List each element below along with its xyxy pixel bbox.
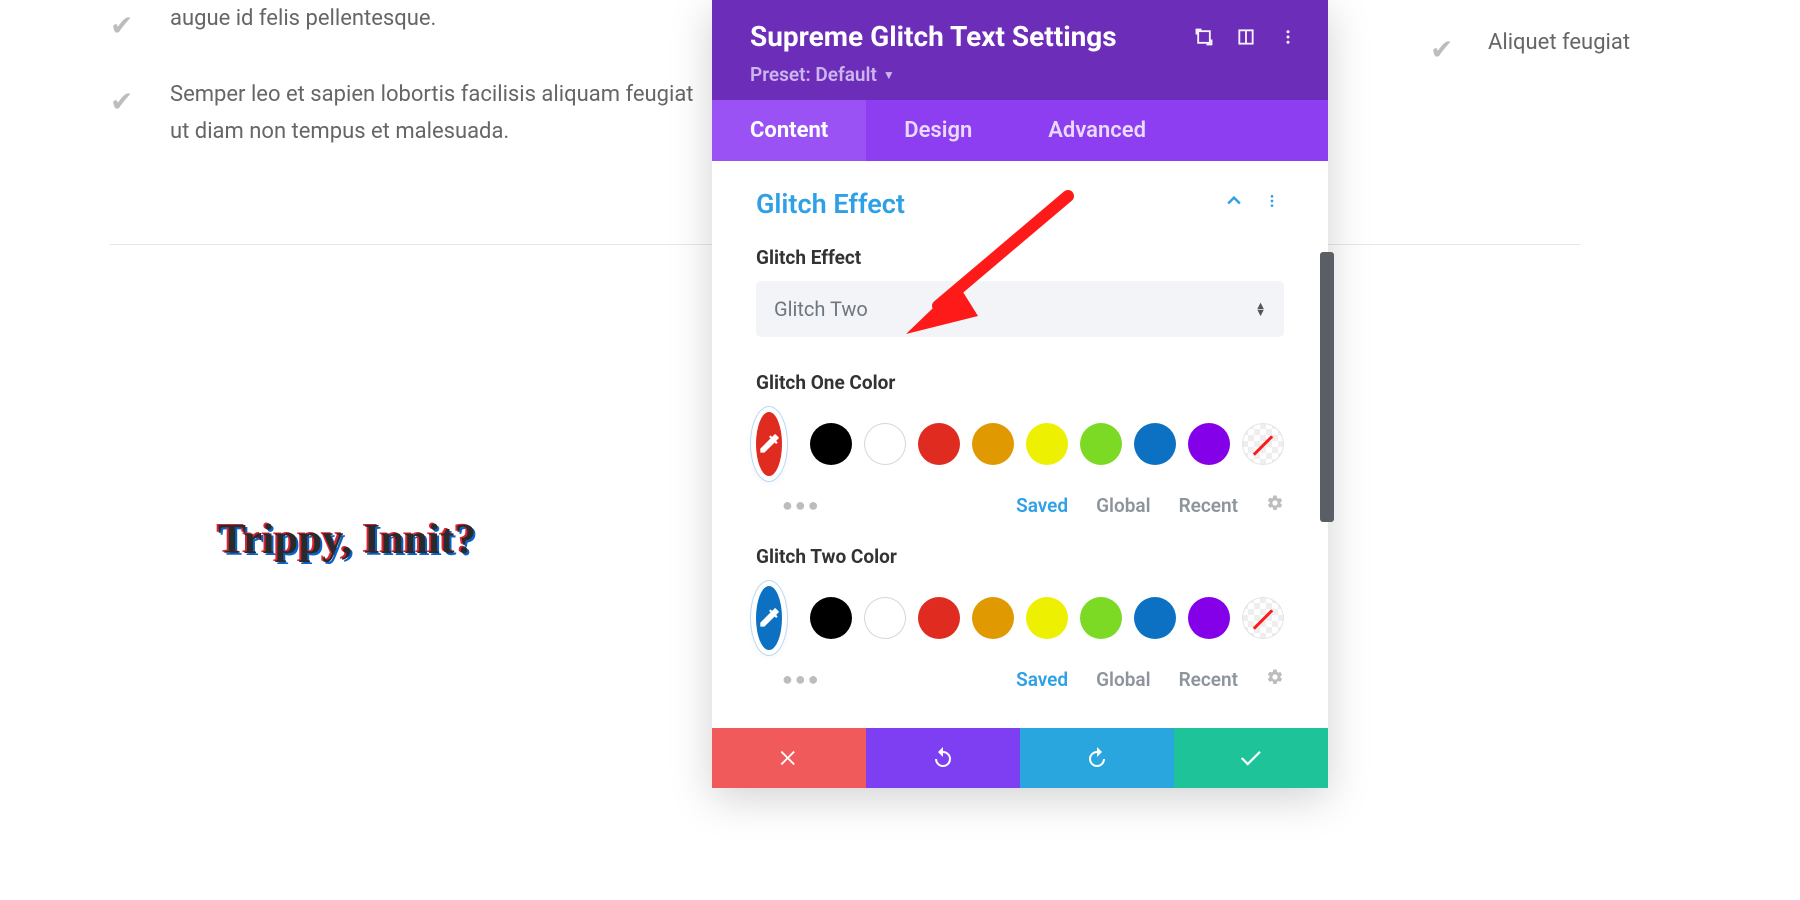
color-swatch-yellow[interactable] [1026, 423, 1068, 465]
glitch-two-color-block: Glitch Two Color ●●● Saved Global [756, 545, 1284, 691]
color-swatch-purple[interactable] [1188, 423, 1230, 465]
color-swatch-yellow[interactable] [1026, 597, 1068, 639]
field-label-color-one: Glitch One Color [756, 371, 1284, 394]
color-swatch-black[interactable] [810, 423, 852, 465]
chevron-up-icon[interactable] [1220, 187, 1248, 220]
kebab-menu-icon[interactable] [1260, 189, 1284, 218]
background-list-right: ✔ Aliquet feugiat [1430, 24, 1800, 100]
tab-advanced[interactable]: Advanced [1010, 100, 1184, 161]
cancel-button[interactable] [712, 728, 866, 788]
field-label-effect: Glitch Effect [756, 246, 1284, 269]
glitch-one-color-block: Glitch One Color ●●● Saved Global [756, 371, 1284, 517]
glitch-text-preview[interactable]: Trippy, Innit? [218, 516, 476, 564]
list-item-text: augue id felis pellentesque. [170, 0, 710, 37]
preset-label: Preset: Default [750, 63, 877, 86]
tab-design[interactable]: Design [866, 100, 1010, 161]
section-header[interactable]: Glitch Effect [756, 187, 1284, 220]
list-item-text: Aliquet feugiat [1488, 24, 1800, 61]
palette-tabs: ●●● Saved Global Recent [756, 494, 1284, 517]
panel-footer [712, 728, 1328, 788]
eyedropper-button[interactable] [756, 586, 782, 650]
list-item: ✔ Aliquet feugiat [1430, 24, 1800, 74]
color-swatch-orange[interactable] [972, 597, 1014, 639]
glitch-effect-select[interactable]: Glitch Two ▲▼ [756, 281, 1284, 337]
palette-tab-global[interactable]: Global [1096, 494, 1150, 517]
panel-title: Supreme Glitch Text Settings [750, 20, 1174, 53]
field-label-color-two: Glitch Two Color [756, 545, 1284, 568]
color-swatch-black[interactable] [810, 597, 852, 639]
color-swatch-green[interactable] [1080, 597, 1122, 639]
select-caret-icon: ▲▼ [1255, 302, 1266, 316]
section-title: Glitch Effect [756, 188, 1208, 220]
check-icon: ✔ [110, 76, 140, 126]
color-swatch-transparent[interactable] [1242, 423, 1284, 465]
caret-down-icon: ▼ [883, 68, 895, 82]
color-swatch-blue[interactable] [1134, 423, 1176, 465]
color-swatch-red[interactable] [918, 423, 960, 465]
list-item-text: Semper leo et sapien lobortis facilisis … [170, 76, 710, 151]
gear-icon[interactable] [1266, 494, 1284, 517]
more-dots-icon[interactable]: ●●● [756, 495, 821, 516]
scrollbar[interactable] [1320, 252, 1334, 522]
drag-handle-icon[interactable] [1234, 25, 1258, 49]
tab-content[interactable]: Content [712, 100, 866, 161]
settings-panel: Supreme Glitch Text Settings Preset: Def… [712, 0, 1328, 788]
panel-header: Supreme Glitch Text Settings Preset: Def… [712, 0, 1328, 100]
color-swatch-white[interactable] [864, 423, 906, 465]
palette-tabs: ●●● Saved Global Recent [756, 668, 1284, 691]
select-value: Glitch Two [774, 297, 868, 321]
palette-tab-recent[interactable]: Recent [1179, 668, 1238, 691]
color-swatch-red[interactable] [918, 597, 960, 639]
color-swatch-orange[interactable] [972, 423, 1014, 465]
background-list: ✔ augue id felis pellentesque. ✔ Semper … [110, 0, 710, 176]
panel-body: Glitch Effect Glitch Effect Glitch Two ▲… [712, 161, 1328, 788]
color-swatch-green[interactable] [1080, 423, 1122, 465]
color-swatch-blue[interactable] [1134, 597, 1176, 639]
eyedropper-button[interactable] [756, 412, 782, 476]
color-swatch-row [756, 586, 1284, 650]
undo-button[interactable] [866, 728, 1020, 788]
color-swatch-row [756, 412, 1284, 476]
save-button[interactable] [1174, 728, 1328, 788]
palette-tab-saved[interactable]: Saved [1016, 668, 1068, 691]
preset-selector[interactable]: Preset: Default ▼ [750, 63, 895, 86]
list-item: ✔ augue id felis pellentesque. [110, 0, 710, 50]
palette-tab-saved[interactable]: Saved [1016, 494, 1068, 517]
list-item: ✔ Semper leo et sapien lobortis facilisi… [110, 76, 710, 151]
kebab-menu-icon[interactable] [1276, 25, 1300, 49]
more-dots-icon[interactable]: ●●● [756, 669, 821, 690]
panel-tabs: Content Design Advanced [712, 100, 1328, 161]
check-icon: ✔ [110, 0, 140, 50]
color-swatch-transparent[interactable] [1242, 597, 1284, 639]
color-swatch-purple[interactable] [1188, 597, 1230, 639]
redo-button[interactable] [1020, 728, 1174, 788]
palette-tab-global[interactable]: Global [1096, 668, 1150, 691]
palette-tab-recent[interactable]: Recent [1179, 494, 1238, 517]
color-swatch-white[interactable] [864, 597, 906, 639]
gear-icon[interactable] [1266, 668, 1284, 691]
expand-icon[interactable] [1192, 25, 1216, 49]
check-icon: ✔ [1430, 24, 1460, 74]
